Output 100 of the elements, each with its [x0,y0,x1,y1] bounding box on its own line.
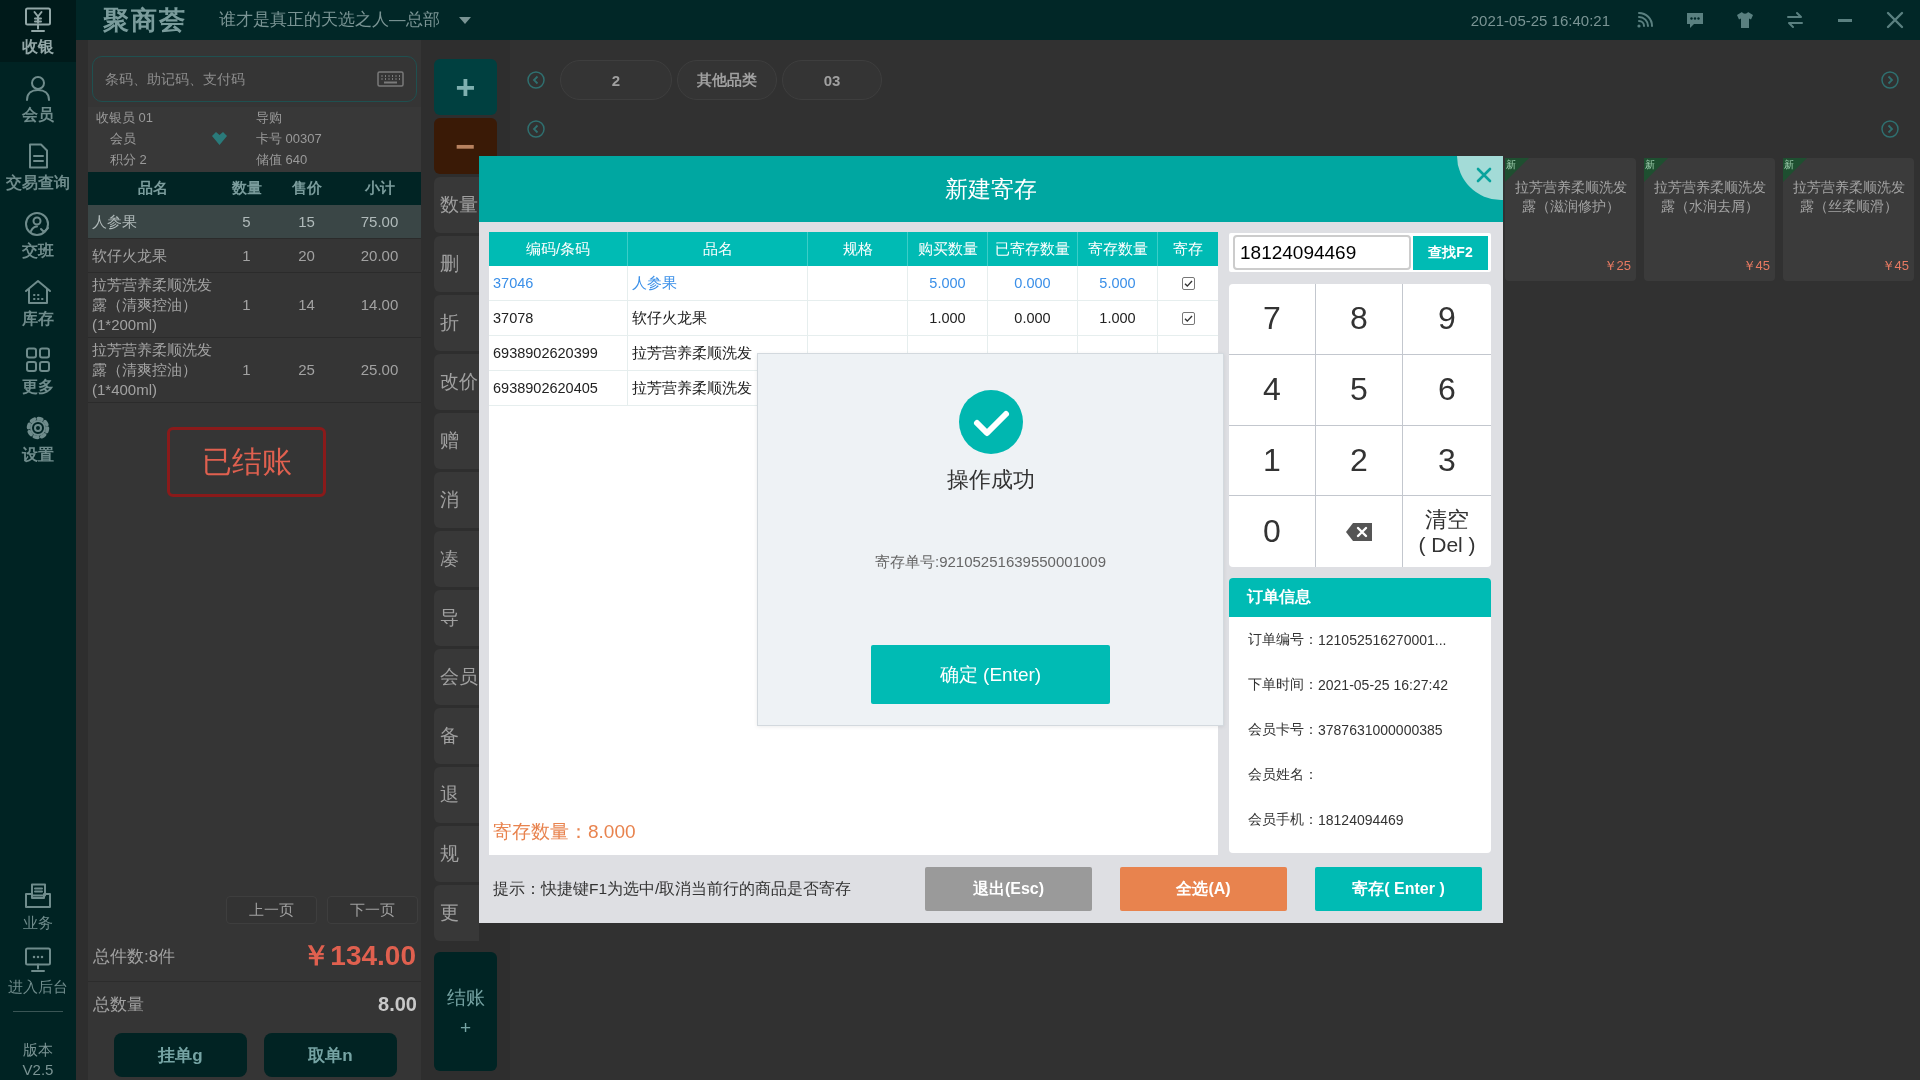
table-cell: 0.000 [1014,310,1051,326]
action-button[interactable]: 凑 [434,531,479,587]
exit-button[interactable]: 退出(Esc) [925,867,1092,911]
datetime: 2021-05-25 16:40:21 [1470,11,1610,29]
product-card[interactable]: 新 拉芳营养柔顺洗发露（丝柔顺滑） ￥45 [1783,158,1914,281]
paid-stamp: 已结账 [167,427,326,497]
table-cell: 5.000 [929,275,966,291]
action-button[interactable]: 改价 [434,354,479,410]
close-icon[interactable] [1886,11,1904,29]
keypad-key[interactable]: 2 [1316,425,1403,497]
settings-icon [24,415,52,441]
sidebar-item[interactable]: 库存 [0,272,76,334]
product-card[interactable]: 新 拉芳营养柔顺洗发露（滋润修护） ￥25 [1505,158,1636,281]
cart-row[interactable]: 拉芳营养柔顺洗发露（清爽控油）(1*400ml) 1 25 25.00 [88,338,421,403]
checkbox[interactable] [1181,311,1195,325]
shirt-icon[interactable] [1736,11,1754,29]
person-icon [24,75,52,101]
sidebar-item[interactable]: 收银 [0,0,76,62]
table-cell[interactable]: 6938902620405 [493,380,598,396]
swap-icon[interactable] [1786,11,1804,29]
page-button[interactable]: 下一页 [327,896,418,924]
table-cell: 1 [242,245,251,266]
remove-button[interactable]: − [434,118,497,174]
table-cell: 20.00 [360,245,399,266]
house-icon [24,279,52,305]
keypad-key[interactable]: 1 [1229,425,1316,497]
action-button[interactable]: 备 [434,708,479,764]
keypad-key[interactable]: 9 [1403,284,1491,355]
action-button[interactable]: 会员 [434,649,479,705]
sidebar-item[interactable]: 交班 [0,204,76,266]
field-value: 2021-05-25 16:27:42 [1318,676,1448,693]
table-cell: 5.000 [1099,275,1136,291]
chevron-right-icon[interactable] [1881,71,1899,89]
table-cell[interactable]: 37078 [493,310,534,326]
clear-key[interactable]: 清空 ( Del ) [1403,496,1491,567]
table-cell: 25 [298,360,315,380]
select-all-button[interactable]: 全选(A) [1120,867,1287,911]
keypad-key[interactable]: 0 [1229,496,1316,567]
order-action-button[interactable]: 取单n [264,1033,397,1077]
table-cell[interactable]: 6938902620399 [493,345,598,361]
sidebar-item[interactable]: 更多 [0,340,76,402]
action-button[interactable]: 折 [434,295,479,351]
action-button[interactable]: 导 [434,590,479,646]
sidebar-item[interactable]: 设置 [0,408,76,470]
product-card[interactable]: 新 拉芳营养柔顺洗发露（水润去屑） ￥45 [1644,158,1775,281]
column-header: 小计 [363,179,396,198]
keyboard-icon[interactable] [377,71,404,87]
cart-row[interactable]: 软仔火龙果 1 20 20.00 [88,239,421,273]
sidebar-item[interactable]: 会员 [0,68,76,130]
action-button[interactable]: 删 [434,236,479,292]
table-cell: 14 [298,295,315,315]
store-selector[interactable]: 谁才是真正的天选之人—总部 [219,9,471,31]
column-header: 寄存 [1172,238,1204,259]
chat-icon[interactable] [1686,11,1704,29]
action-button[interactable]: 退 [434,767,479,823]
keypad-key[interactable]: 7 [1229,284,1316,355]
keypad-key[interactable]: 4 [1229,354,1316,426]
checkout-button[interactable]: 结账 + [434,952,497,1071]
checkbox[interactable] [1181,276,1195,290]
dialog-title: 新建寄存 [945,174,1037,204]
grid-icon [24,347,52,373]
search-field[interactable]: 条码、助记码、支付码 [92,56,417,102]
balance-text: 储值 640 [256,151,308,169]
order-action-button[interactable]: 挂单g [114,1033,247,1077]
product-price: ￥45 [1881,257,1909,275]
page-button[interactable]: 上一页 [226,896,317,924]
action-button[interactable]: 消 [434,472,479,528]
action-button[interactable]: 数量 [434,177,479,233]
table-cell-text: 拉芳营养柔顺洗发露（清爽控油）(1*200ml) [91,275,213,335]
action-button[interactable]: 赠 [434,413,479,469]
chevron-left-icon[interactable] [527,120,545,138]
new-tag: 新 [1505,158,1529,182]
phone-input[interactable]: 18124094469 [1233,235,1411,270]
keypad-key[interactable]: 8 [1316,284,1403,355]
total-qty-label: 总数量 [93,994,144,1016]
table-cell: 25.00 [360,360,399,380]
field-label: 下单时间： [1248,675,1318,694]
total-items-text: 总件数:8件 [93,945,176,968]
keypad-key[interactable]: 3 [1403,425,1491,497]
chevron-right-icon[interactable] [1881,120,1899,138]
keypad-key[interactable]: 5 [1316,354,1403,426]
cart-row[interactable]: 人参果 5 15 75.00 [88,205,421,239]
minimize-icon[interactable] [1838,18,1852,22]
sidebar-item[interactable]: 进入后台 [0,940,76,1004]
sidebar-item[interactable]: 交易查询 [0,136,76,198]
add-button[interactable]: + [434,59,497,115]
column-header: 品名 [137,179,169,198]
chevron-left-icon[interactable] [527,71,545,89]
category-tab[interactable]: 2 [560,60,672,100]
guide-text: 导购 [256,109,282,127]
keypad-key[interactable]: 6 [1403,354,1491,426]
category-tab[interactable]: 其他品类 [677,60,777,100]
sidebar-item[interactable]: 业务 [0,876,76,940]
cart-row[interactable]: 拉芳营养柔顺洗发露（清爽控油）(1*200ml) 1 14 14.00 [88,273,421,338]
table-cell: 0.000 [1014,275,1051,291]
version-number: V2.5 [22,1060,54,1080]
category-tab[interactable]: 03 [782,60,882,100]
action-button[interactable]: 规 [434,826,479,882]
table-cell[interactable]: 37046 [493,275,534,291]
action-button[interactable]: 更 [434,885,479,941]
